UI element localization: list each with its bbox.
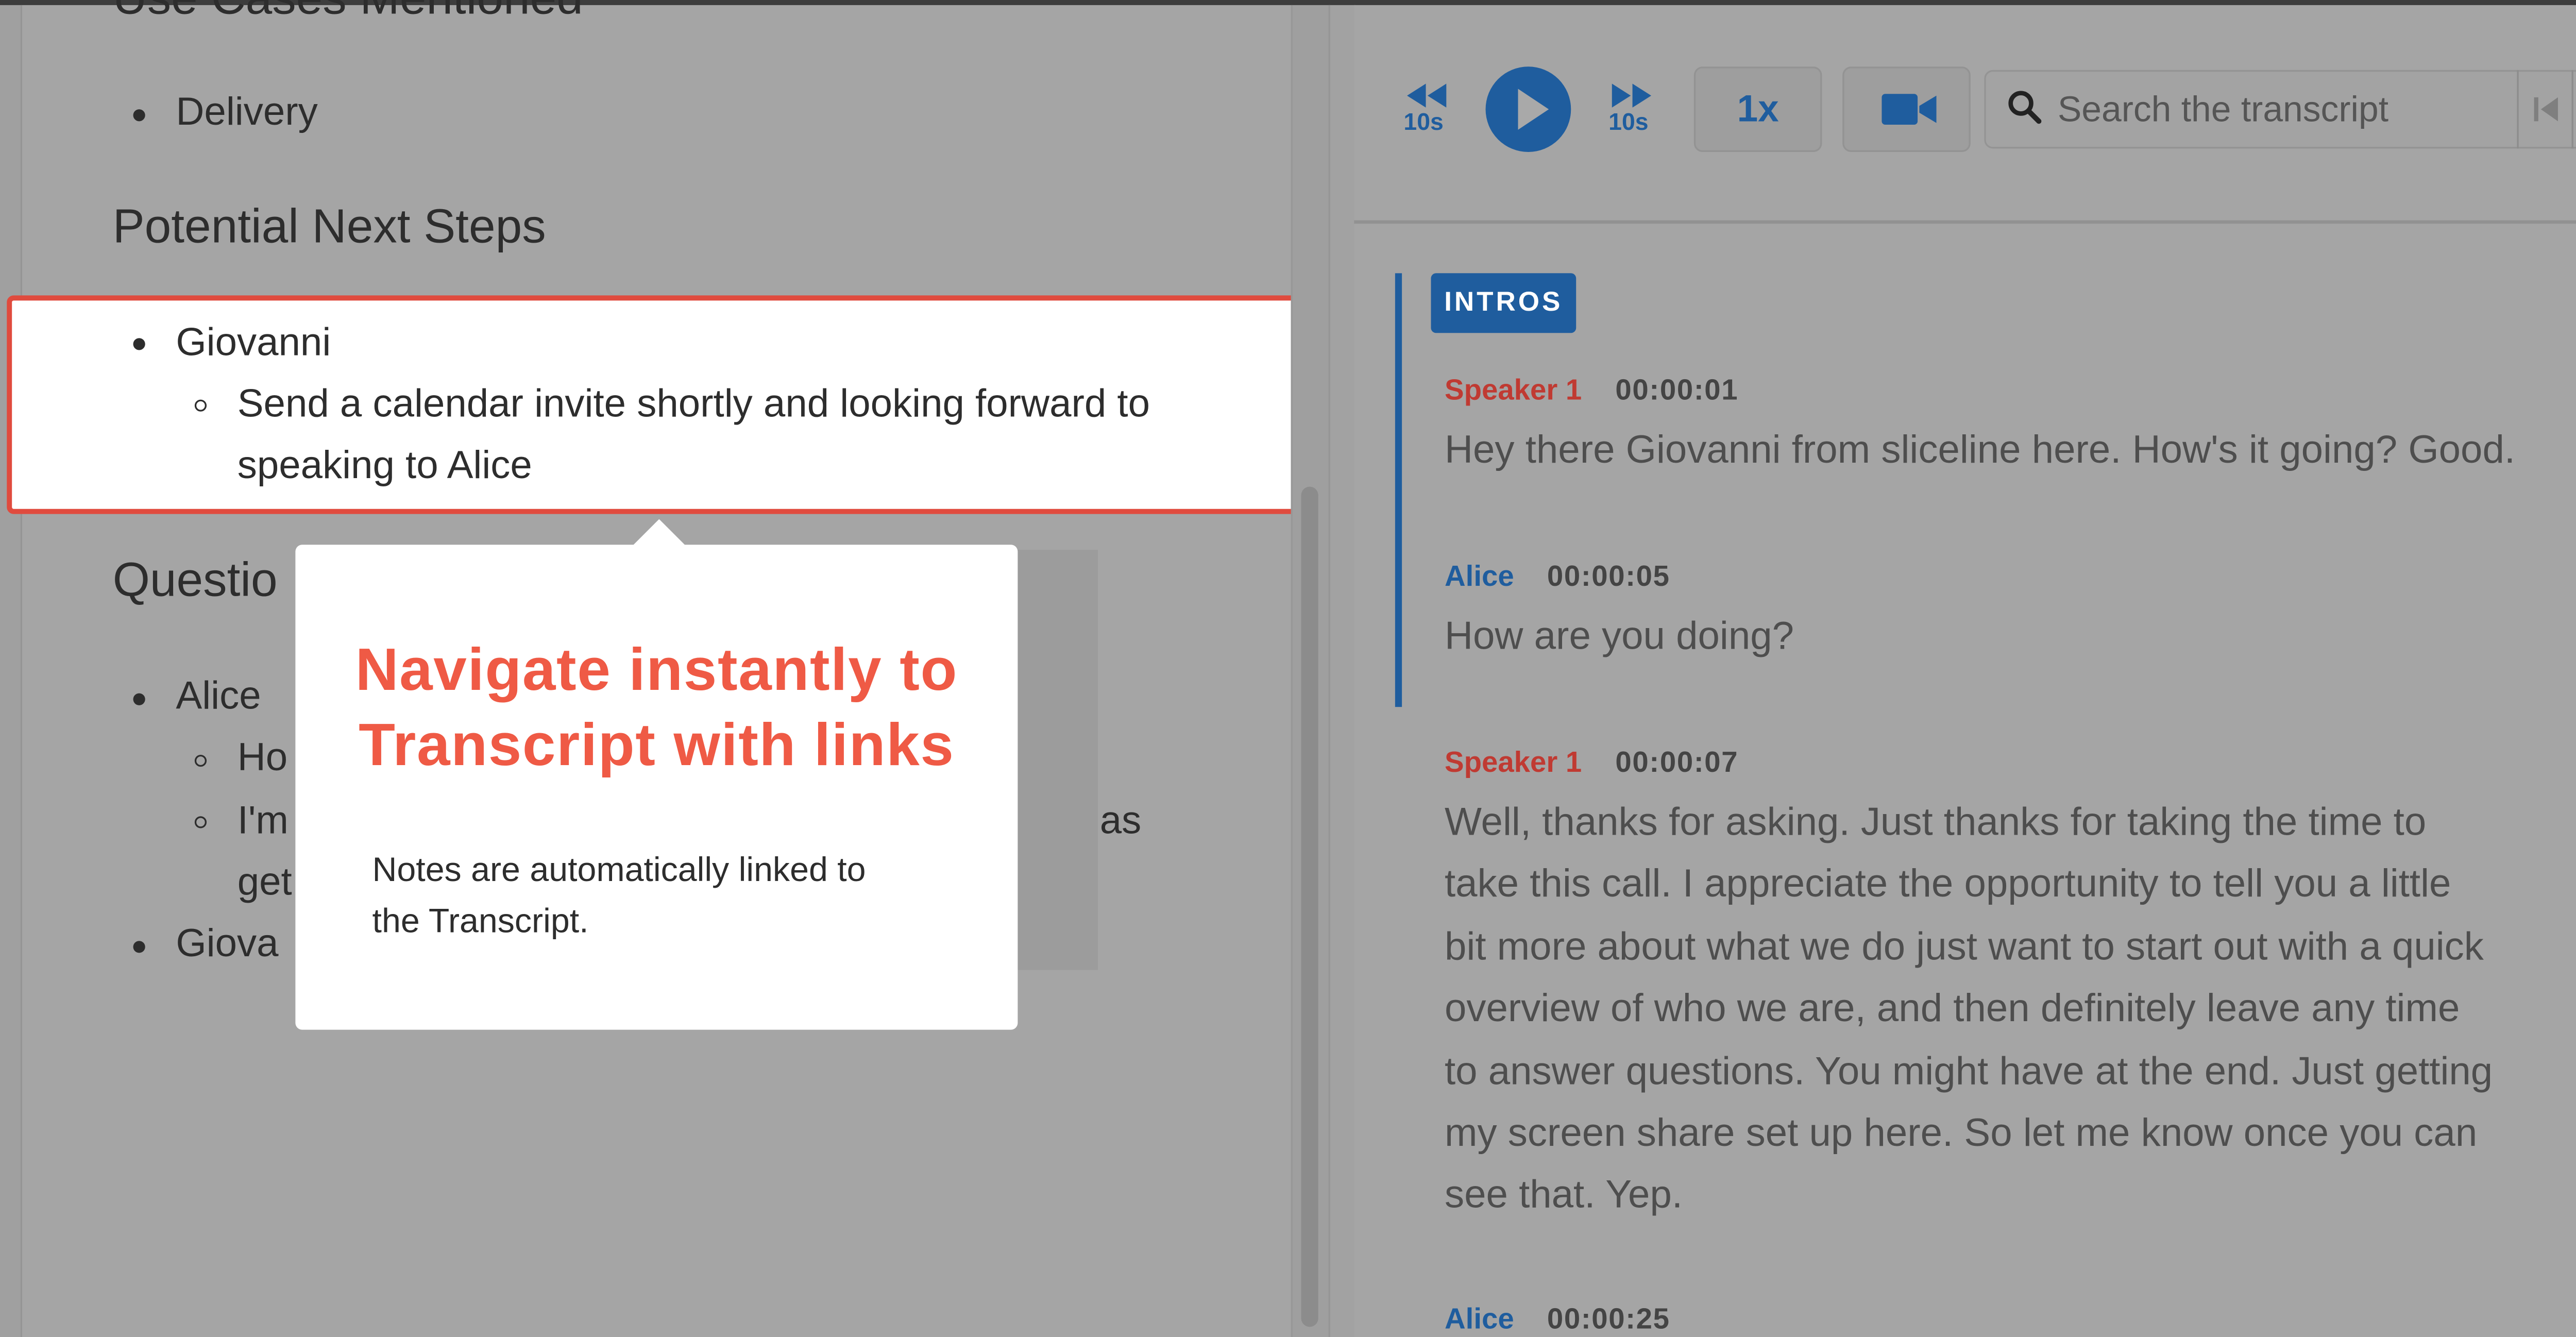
timestamp[interactable]: 00:00:25: [1547, 1303, 1670, 1337]
popover-body: Notes are automatically linked to the Tr…: [372, 845, 953, 948]
bullet-disc: [133, 109, 145, 122]
utterance-line: overview of who we are, and then definit…: [1444, 986, 2460, 1030]
section-heading-use-cases: Use Cases Mentioned: [113, 0, 583, 26]
questions-item1: Ho: [237, 734, 288, 779]
utterance-line: to answer questions. You might have at t…: [1444, 1047, 2493, 1092]
onboarding-popover: Navigate instantly to Transcript with li…: [295, 545, 1018, 1030]
utterance-line: Hey there Giovanni from sliceline here. …: [1444, 427, 2516, 471]
fast-forward-icon: [1612, 83, 1652, 108]
bullet-disc: [133, 941, 145, 953]
bullet-disc: [133, 693, 145, 705]
timestamp[interactable]: 00:00:05: [1547, 560, 1670, 594]
utterance-line: Well, thanks for asking. Just thanks for…: [1444, 799, 2427, 844]
next-steps-speaker: Giovanni: [176, 319, 331, 364]
bullet-disc: [133, 338, 145, 350]
section-heading-next-steps: Potential Next Steps: [112, 199, 546, 253]
forward-10s-button[interactable]: 10s: [1603, 82, 1662, 140]
rewind-icon: [1407, 83, 1447, 108]
video-toggle-button[interactable]: [1842, 66, 1971, 152]
speaker-name[interactable]: Alice: [1445, 1303, 1514, 1337]
popover-body-line1: Notes are automatically linked to: [372, 852, 866, 890]
bullet-circle: [194, 754, 207, 767]
utterance[interactable]: How are you doing?: [1445, 604, 2572, 667]
next-steps-note-line1[interactable]: Send a calendar invite shortly and looki…: [238, 381, 1150, 427]
popover-title-line1: Navigate instantly to: [355, 637, 958, 704]
utterance-line: take this call. I appreciate the opportu…: [1444, 861, 2451, 906]
video-camera-icon: [1882, 94, 1937, 125]
speaker-name[interactable]: Speaker 1: [1445, 374, 1582, 408]
popover-title-line2: Transcript with links: [359, 712, 955, 779]
questions-speaker2: Giova: [176, 920, 279, 965]
forward-label: 10s: [1608, 107, 1649, 135]
transcript-search-input[interactable]: [2054, 82, 2519, 140]
questions-speaker: Alice: [176, 672, 261, 718]
popover-body-line2: the Transcript.: [372, 903, 589, 941]
rewind-label: 10s: [1403, 107, 1444, 135]
utterance[interactable]: Well, thanks for asking. Just thanks for…: [1445, 791, 2572, 1226]
left-edge-strip: [0, 5, 23, 1337]
speaker-name[interactable]: Speaker 1: [1445, 746, 1582, 780]
questions-item2-line2: get: [237, 859, 292, 904]
speaker-name[interactable]: Alice: [1445, 560, 1514, 594]
bullet-circle: [194, 816, 207, 828]
next-steps-note-line2[interactable]: speaking to Alice: [238, 442, 532, 488]
popover-arrow: [632, 519, 687, 547]
utterance-line: my screen share set up here. So let me k…: [1444, 1110, 2478, 1155]
previous-result-icon: [2534, 97, 2558, 122]
popover-title: Navigate instantly to Transcript with li…: [295, 634, 1018, 784]
section-marker-bar: [1395, 273, 1402, 707]
play-button[interactable]: [1485, 66, 1571, 152]
rewind-10s-button[interactable]: 10s: [1397, 82, 1455, 140]
pane-divider[interactable]: [1328, 5, 1356, 1337]
timestamp[interactable]: 00:00:01: [1615, 374, 1738, 408]
bullet-circle: [194, 399, 207, 412]
play-icon: [1518, 89, 1549, 130]
search-icon: [2008, 91, 2042, 124]
utterance-line: bit more about what we do just want to s…: [1444, 923, 2484, 968]
timestamp[interactable]: 00:00:07: [1615, 746, 1738, 780]
section-badge: INTROS: [1431, 273, 1577, 333]
section-heading-questions: Questio: [112, 553, 278, 606]
questions-item2: I'm: [237, 797, 289, 842]
utterance-line: see that. Yep.: [1444, 1172, 1683, 1217]
utterance-line: How are you doing?: [1444, 613, 1794, 658]
use-case-item: Delivery: [176, 89, 318, 133]
notes-scrollbar-thumb[interactable]: [1301, 486, 1318, 1327]
playback-speed-label: 1x: [1737, 87, 1779, 130]
utterance[interactable]: Hey there Giovanni from sliceline here. …: [1445, 418, 2572, 481]
toolbar-divider: [1354, 220, 2576, 224]
previous-result-button[interactable]: [2519, 70, 2572, 148]
next-result-button[interactable]: [2573, 70, 2576, 148]
